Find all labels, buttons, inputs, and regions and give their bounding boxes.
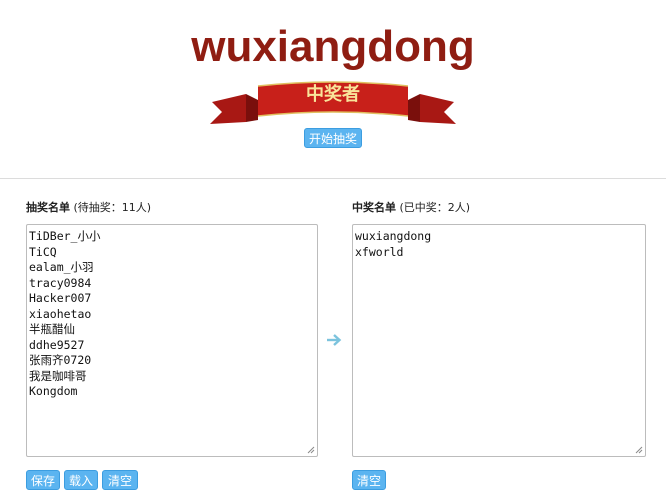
list-item: tracy0984 <box>29 275 92 290</box>
pending-list-heading: 抽奖名单 <box>26 201 70 214</box>
list-item: xiaohetao <box>29 306 92 321</box>
list-item: xfworld <box>355 244 404 259</box>
winner-list-title: 中奖名单 (已中奖：2人) <box>352 199 470 215</box>
list-item: TiDBer_小小 <box>29 229 101 243</box>
pending-count: (待抽奖：11人) <box>73 201 152 214</box>
list-item: TiCQ <box>29 244 57 259</box>
list-item: ealam_小羽 <box>29 260 94 274</box>
list-item: Hacker007 <box>29 291 92 305</box>
save-button[interactable]: 保存 <box>26 470 60 490</box>
resize-grip-icon[interactable] <box>307 446 315 454</box>
winner-count: (已中奖：2人) <box>399 201 471 214</box>
list-item: ddhe9527 <box>29 337 85 352</box>
list-item: 我是咖啡哥 <box>29 368 87 383</box>
section-divider <box>0 178 666 179</box>
ribbon-label: 中奖者 <box>306 84 360 105</box>
winner-name: wuxiangdong <box>191 22 475 71</box>
pending-list-title: 抽奖名单 (待抽奖：11人) <box>26 199 151 215</box>
winner-list-heading: 中奖名单 <box>352 201 396 214</box>
start-draw-button[interactable]: 开始抽奖 <box>304 128 362 148</box>
load-button[interactable]: 载入 <box>64 470 98 490</box>
list-item: Kongdom <box>29 384 78 398</box>
resize-grip-icon[interactable] <box>635 446 643 454</box>
clear-pending-button[interactable]: 清空 <box>102 470 138 490</box>
list-item: 半瓶醋仙 <box>29 322 75 336</box>
clear-winners-button[interactable]: 清空 <box>352 470 386 490</box>
list-item: wuxiangdong <box>355 229 432 243</box>
pending-list-textarea[interactable]: TiDBer_小小 TiCQ ealam_小羽 tracy0984 Hacker… <box>26 224 318 457</box>
winner-list-textarea[interactable]: wuxiangdong xfworld <box>352 224 646 457</box>
list-item: 张雨齐0720 <box>29 353 92 367</box>
arrow-right-icon <box>327 334 342 346</box>
